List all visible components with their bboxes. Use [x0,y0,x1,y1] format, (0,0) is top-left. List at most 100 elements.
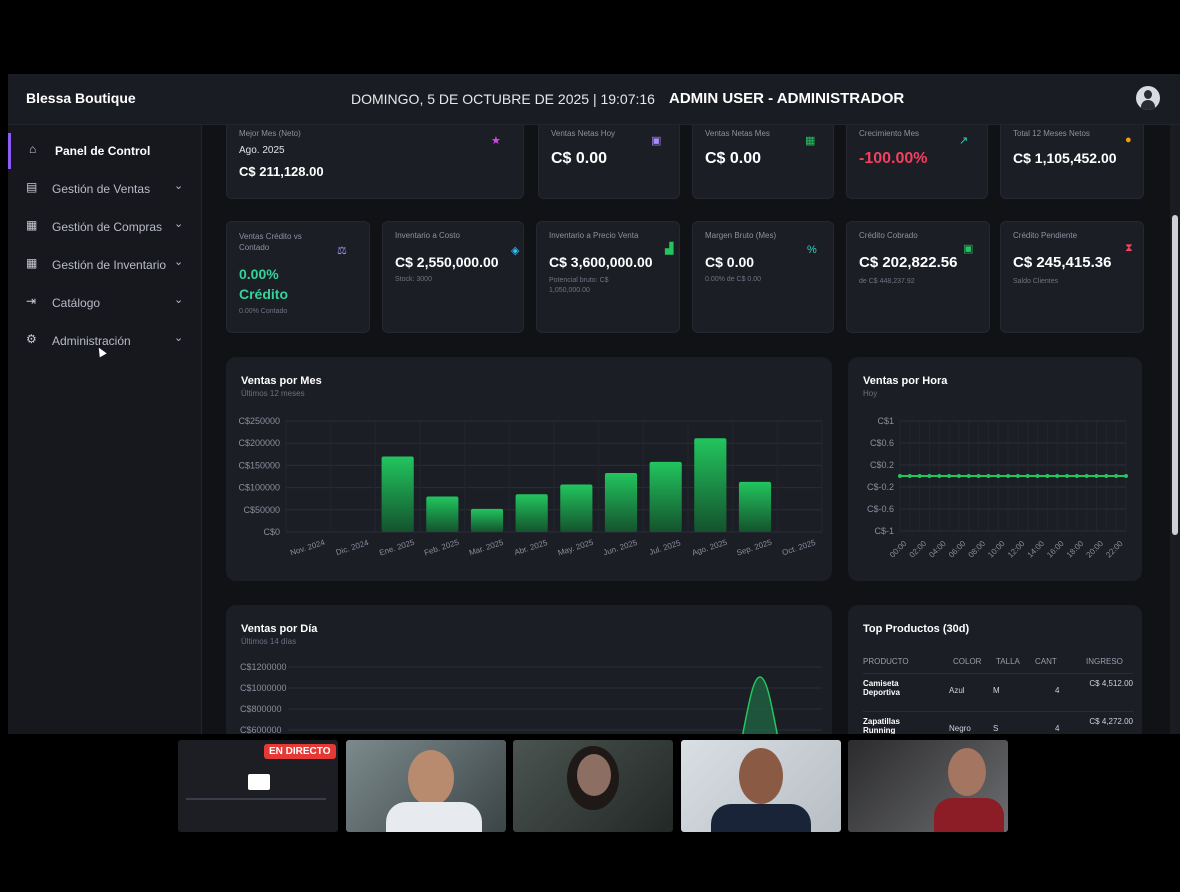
kpi-value: C$ 245,415.36 [1013,254,1112,271]
kpi-title: Mejor Mes (Neto) [239,129,301,138]
daily-sales-chart: C$1200000 C$1000000 C$800000 C$600000 [240,662,822,734]
data-point[interactable] [947,474,952,478]
data-point[interactable] [1094,474,1099,478]
participant-video-4[interactable] [848,740,1008,832]
sidebar: ⌂ Panel de Control ▤ Gestión de Ventas ⌄… [8,125,202,734]
bar[interactable] [381,456,414,532]
data-point[interactable] [1084,474,1089,478]
data-point[interactable] [996,474,1001,478]
data-point[interactable] [1124,474,1128,478]
data-point[interactable] [1035,474,1040,478]
kpi-value: C$ 0.00 [551,150,608,167]
participant-video-2[interactable] [513,740,673,832]
y-tick-label: C$200000 [238,438,280,448]
daily-sales-peak-area [742,677,778,734]
y-tick-label: C$1200000 [240,662,287,672]
sidebar-item-label: Panel de Control [55,144,151,158]
bar[interactable] [515,494,548,532]
bar[interactable] [560,484,593,532]
user-avatar-icon[interactable] [1136,86,1160,110]
scrollbar-thumb[interactable] [1172,215,1178,535]
top-productos-panel: Top Productos (30d) PRODUCTO COLOR TALLA… [848,605,1142,734]
kpi-title: Crecimiento Mes [859,129,920,138]
participant-video-1[interactable] [346,740,506,832]
kpi-title: Margen Bruto (Mes) [705,231,777,240]
kpi-value: C$ 3,600,000.00 [549,254,653,270]
kpi-title: Inventario a Precio Venta [549,231,639,240]
participant-face [739,748,783,804]
bar[interactable] [604,472,638,532]
x-tick-label: Nov. 2024 [289,538,326,558]
y-tick-label: C$1 [877,416,894,426]
sidebar-item-label: Administración [52,334,131,348]
data-point[interactable] [956,474,961,478]
table-row[interactable]: Zapatillas Running Negro S 4 C$ 4,272.00 [863,711,1133,734]
data-point[interactable] [1055,474,1060,478]
y-tick-label: C$0.6 [870,438,894,448]
data-point[interactable] [1104,474,1109,478]
participant-video-3[interactable] [681,740,841,832]
x-tick-label: Feb. 2025 [423,538,461,558]
column-header: TALLA [996,657,1020,666]
data-point[interactable] [1045,474,1050,478]
bar[interactable] [694,438,727,532]
chevron-down-icon: ⌄ [174,332,184,344]
y-tick-label: C$100000 [238,483,280,493]
data-point[interactable] [917,474,922,478]
sidebar-item-label: Gestión de Compras [52,220,163,234]
x-tick-label: 06:00 [947,539,968,560]
cell-color: Negro [949,724,971,733]
data-point[interactable] [937,474,942,478]
data-point[interactable] [1006,474,1011,478]
data-point[interactable] [986,474,991,478]
sidebar-item-label: Catálogo [52,296,101,310]
sidebar-item-gestion-inventario[interactable]: ▦ Gestión de Inventario ⌄ [8,247,201,283]
x-tick-label: 18:00 [1065,539,1086,560]
cell-color: Azul [949,686,965,695]
x-tick-label: 20:00 [1084,539,1105,560]
bar[interactable] [738,481,772,532]
kpi-card-credit-collected: Crédito Cobrado C$ 202,822.56 de C$ 448,… [846,221,990,333]
data-point[interactable] [976,474,981,478]
data-point[interactable] [1065,474,1070,478]
dashboard-window: Blessa Boutique DOMINGO, 5 DE OCTUBRE DE… [8,74,1180,734]
table-row[interactable]: Camiseta Deportiva Azul M 4 C$ 4,512.00 [863,673,1133,710]
data-point[interactable] [1015,474,1020,478]
brand-name[interactable]: Blessa Boutique [26,90,136,106]
y-tick-label: C$250000 [238,416,280,426]
kpi-value: C$ 0.00 [705,254,755,270]
sidebar-item-panel-control[interactable]: ⌂ Panel de Control [8,133,204,169]
kpi-subtext: Potencial bruto: C$ 1,050,000.00 [549,277,609,294]
sidebar-item-gestion-compras[interactable]: ▦ Gestión de Compras ⌄ [8,209,201,245]
screen-share-thumbnail[interactable]: EN DIRECTO [178,740,338,832]
chevron-down-icon: ⌄ [174,256,184,268]
bar[interactable] [426,496,459,532]
data-point[interactable] [927,474,932,478]
x-tick-label: Abr. 2025 [513,538,549,557]
coins-icon: ● [1125,134,1132,146]
bar[interactable] [649,461,682,532]
data-point[interactable] [966,474,971,478]
sidebar-item-catalogo[interactable]: ⇥ Catálogo ⌄ [8,285,201,321]
sidebar-item-gestion-ventas[interactable]: ▤ Gestión de Ventas ⌄ [8,171,201,207]
x-tick-label: 16:00 [1045,539,1066,560]
data-point[interactable] [1074,474,1079,478]
kpi-value: C$ 202,822.56 [859,254,958,271]
cell-revenue: C$ 4,272.00 [1089,717,1133,726]
data-point[interactable] [1114,474,1119,478]
data-point[interactable] [907,474,912,478]
page-scrollbar[interactable] [1170,125,1180,734]
bar[interactable] [470,508,504,532]
calendar-day-icon: ▣ [651,135,662,147]
cell-product: Zapatillas Running [863,717,900,734]
x-tick-label: 04:00 [927,539,948,560]
ventas-por-dia-panel: Ventas por Día Últimos 14 días C$1200000… [226,605,832,734]
main-content: Mejor Mes (Neto) Ago. 2025 C$ 211,128.00… [202,125,1170,734]
x-tick-label: 00:00 [888,539,909,560]
kpi-card-inventory-sale-price: Inventario a Precio Venta C$ 3,600,000.0… [536,221,680,333]
x-tick-label: 08:00 [967,539,988,560]
participant-face [577,754,611,796]
y-tick-label: C$150000 [238,460,280,470]
data-point[interactable] [1025,474,1030,478]
data-point[interactable] [898,474,902,478]
